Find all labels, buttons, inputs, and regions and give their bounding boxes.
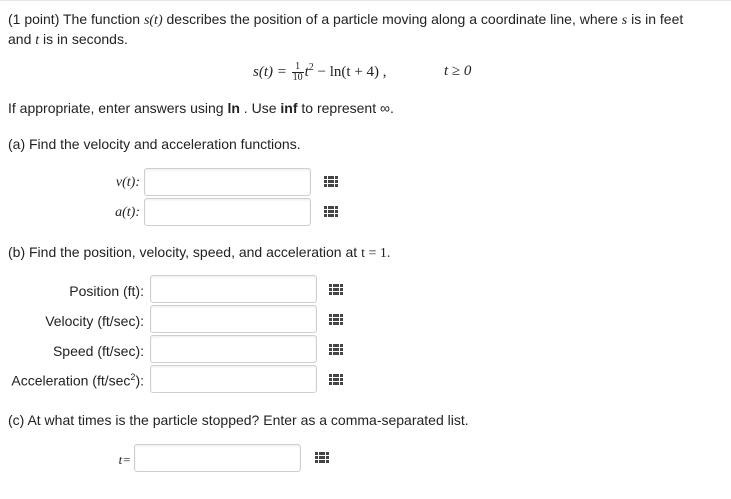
times-label: t= (118, 452, 131, 467)
equation-editor-icon[interactable] (329, 314, 343, 326)
position-input[interactable] (150, 275, 317, 303)
acceleration-function-input[interactable] (144, 198, 311, 226)
equation-editor-icon[interactable] (329, 284, 343, 296)
domain-condition: t ≥ 0 (444, 63, 472, 79)
velocity-function-label: v(t): (115, 175, 140, 190)
equation-editor-icon[interactable] (329, 374, 343, 386)
equation-editor-icon[interactable] (324, 206, 338, 218)
velocity-label: Velocity (ft/sec): (45, 313, 144, 329)
instructions: If appropriate, enter answers using ln .… (8, 100, 394, 116)
acceleration-function-label: a(t): (115, 205, 140, 220)
part-a-title: (a) Find the velocity and acceleration f… (8, 136, 301, 152)
equation-editor-icon[interactable] (324, 176, 338, 188)
part-c-title: (c) At what times is the particle stoppe… (8, 412, 469, 428)
top-divider (0, 0, 731, 1)
speed-input[interactable] (150, 335, 317, 363)
part-b-title: (b) Find the position, velocity, speed, … (8, 244, 391, 261)
problem-statement-line2: and t is in seconds. (8, 31, 128, 48)
acceleration-input[interactable] (150, 365, 317, 393)
equation-editor-icon[interactable] (315, 452, 329, 464)
stopped-times-input[interactable] (134, 444, 301, 472)
equation-editor-icon[interactable] (329, 344, 343, 356)
position-formula: s(t) = 1 10 t2 − ln(t + 4) , (253, 61, 387, 84)
acceleration-label: Acceleration (ft/sec2): (11, 372, 144, 389)
problem-statement-line1: (1 point) The function s(t) describes th… (8, 11, 684, 28)
velocity-input[interactable] (150, 305, 317, 333)
speed-label: Speed (ft/sec): (52, 343, 144, 359)
fraction: 1 10 (291, 61, 304, 84)
velocity-function-input[interactable] (144, 168, 311, 196)
position-label: Position (ft): (69, 283, 144, 299)
